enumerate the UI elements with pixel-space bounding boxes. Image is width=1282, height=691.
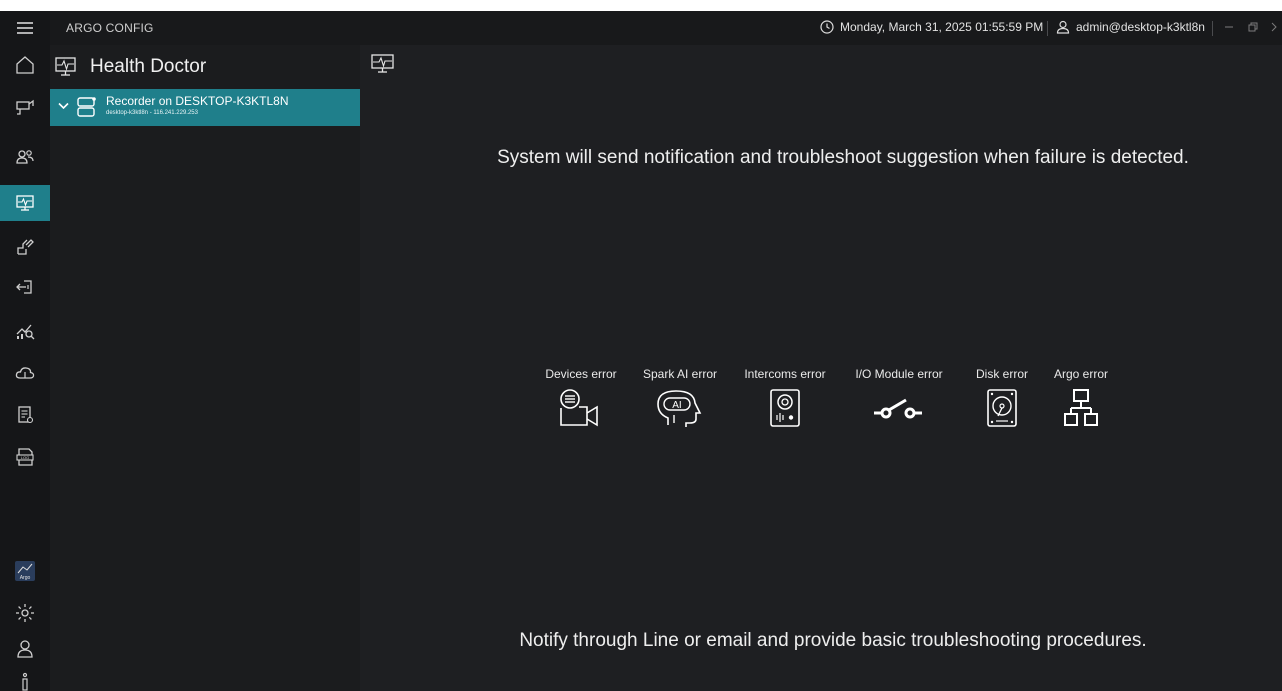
tools-icon[interactable] [0,229,50,265]
navigation-rail: LOG Argo [0,45,50,691]
recorder-name: Recorder on DESKTOP-K3KTL8N [106,94,289,108]
cloud-icon[interactable] [0,355,50,391]
chevron-down-icon[interactable] [58,102,69,110]
headline-text: System will send notification and troubl… [497,147,1189,168]
user-name: admin@desktop-k3ktl8n [1076,20,1205,34]
app-title: ARGO CONFIG [66,21,154,35]
user-menu[interactable]: admin@desktop-k3ktl8n [1056,20,1205,34]
gear-icon[interactable] [0,595,50,631]
svg-text:AI: AI [672,400,681,411]
monitor-pulse-icon[interactable] [0,185,50,221]
argo-error-item: Argo error [1046,367,1116,429]
minimize-icon[interactable] [1219,17,1239,37]
app-window: ARGO CONFIG Monday, March 31, 2025 01:55… [0,11,1282,691]
error-label: Argo error [1053,367,1109,381]
people-icon[interactable] [0,139,50,175]
tree-panel: Health Doctor Recorder on DESKTOP-K3KTL8… [50,45,360,691]
camera-list-icon [560,389,598,427]
chart-search-icon[interactable] [0,313,50,349]
close-icon[interactable] [1266,17,1282,37]
ai-head-icon: AI [657,390,702,427]
argo-icon[interactable]: Argo [0,553,50,589]
info-icon[interactable] [0,663,50,691]
home-icon[interactable] [0,47,50,83]
intercoms-error-item: Intercoms error [737,367,833,429]
monitor-pulse-icon [371,54,394,73]
app-root: ARGO CONFIG Monday, March 31, 2025 01:55… [0,0,1282,691]
tree-header: Health Doctor [50,45,360,89]
divider [1047,21,1048,36]
error-label: Intercoms error [744,367,826,381]
restore-icon[interactable] [1243,17,1263,37]
menu-icon[interactable] [0,11,50,45]
network-icon [1064,389,1098,426]
devices-error-item: Devices error [541,367,621,429]
report-icon[interactable] [0,397,50,433]
hard-disk-icon [987,389,1017,427]
error-label: Disk error [975,367,1028,381]
error-label: Spark AI error [642,367,718,381]
clock-icon [820,20,834,34]
camera-icon[interactable] [0,89,50,125]
spark-ai-error-item: Spark AI error AI [635,367,725,429]
svg-text:LOG: LOG [21,455,29,460]
server-icon [77,97,96,117]
switch-icon [874,398,922,419]
error-label: I/O Module error [855,367,943,381]
main-content: System will send notification and troubl… [360,45,1282,691]
datetime-text: Monday, March 31, 2025 01:55:59 PM [840,20,1044,34]
disk-error-item: Disk error [967,367,1037,429]
io-icon[interactable] [0,269,50,305]
user-icon[interactable] [0,631,50,667]
error-label: Devices error [545,367,617,381]
io-module-error-item: I/O Module error [846,367,952,429]
footer-text: Notify through Line or email and provide… [519,630,1147,651]
user-icon [1056,20,1070,34]
title-bar: ARGO CONFIG Monday, March 31, 2025 01:55… [0,11,1282,45]
divider [1212,21,1213,36]
page-title: Health Doctor [90,56,207,77]
recorder-address: desktop-k3ktl8n - 116.241.229.253 [106,110,198,116]
datetime-display: Monday, March 31, 2025 01:55:59 PM [820,20,1043,34]
monitor-pulse-icon [55,57,76,76]
log-icon[interactable]: LOG [0,439,50,475]
svg-text:Argo: Argo [20,575,31,581]
tree-node-recorder[interactable]: Recorder on DESKTOP-K3KTL8N desktop-k3kt… [50,89,360,126]
intercom-icon [770,389,800,427]
